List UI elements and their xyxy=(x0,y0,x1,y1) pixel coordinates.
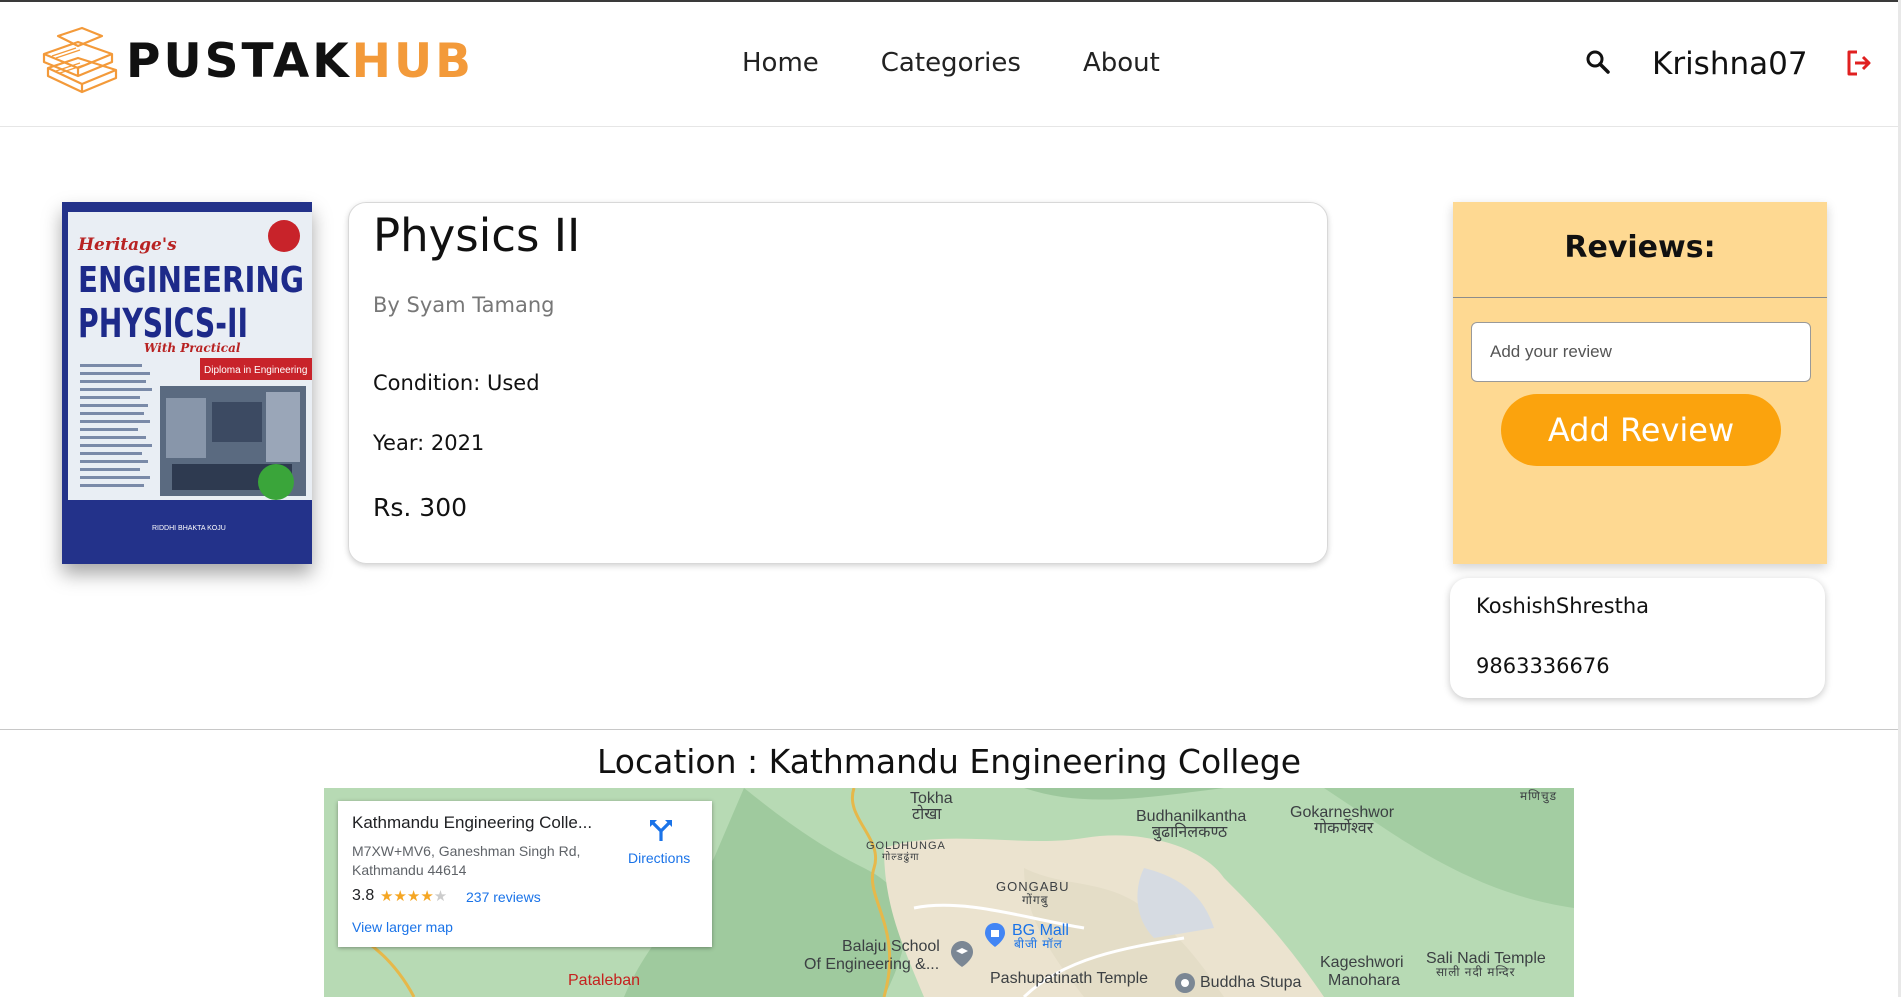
map-label-balaju-2: Of Engineering &... xyxy=(804,956,940,973)
reviews-title: Reviews: xyxy=(1564,230,1716,265)
map-label-gokarneshwor: Gokarneshwor xyxy=(1290,804,1395,821)
school-pin-icon[interactable] xyxy=(950,940,974,968)
map-stars-icon: ★★★★★ xyxy=(380,888,448,905)
cover-publisher: Heritage's xyxy=(77,235,177,255)
reviews-divider xyxy=(1453,297,1827,298)
map-label-gokarneshwor-np: गोकर्णेश्वर xyxy=(1314,820,1374,837)
map-label-sali-nadi-np: साली नदी मन्दिर xyxy=(1436,965,1516,979)
cover-banner: Diploma in Engineering xyxy=(204,365,307,376)
search-icon[interactable] xyxy=(1584,48,1612,76)
map-label-bg-mall-np: बीजी मॉल xyxy=(1014,937,1063,951)
book-condition: Condition: Used xyxy=(373,371,540,395)
map-label-goldhunga: GOLDHUNGA xyxy=(866,840,946,852)
cover-title-line1: ENGINEERING xyxy=(78,260,304,301)
bg-mall-pin-icon[interactable] xyxy=(984,922,1006,948)
nav-home[interactable]: Home xyxy=(742,48,819,78)
add-review-button[interactable]: Add Review xyxy=(1501,394,1781,466)
map-label-gongabu-np: गोंगबु xyxy=(1022,893,1049,907)
cover-subtitle: With Practical xyxy=(144,341,241,355)
seller-name: KoshishShrestha xyxy=(1476,594,1649,618)
book-price: Rs. 300 xyxy=(373,493,468,522)
map-label-pashupatinath: Pashupatinath Temple xyxy=(990,970,1149,987)
section-divider xyxy=(0,729,1898,730)
embedded-map[interactable]: Tokha टोखा Budhanilkantha बुढानिलकण्ठ Go… xyxy=(324,788,1574,997)
map-label-tokha: Tokha xyxy=(910,790,953,807)
map-place-card: Kathmandu Engineering Colle... M7XW+MV6,… xyxy=(338,801,712,947)
map-label-budhanilkantha-np: बुढानिलकण्ठ xyxy=(1152,824,1228,841)
reviews-panel: Reviews: Add Review xyxy=(1453,202,1827,564)
map-label-budhanilkantha: Budhanilkantha xyxy=(1136,808,1247,825)
seller-card: KoshishShrestha 9863336676 xyxy=(1450,578,1825,698)
book-title: Physics II xyxy=(373,209,581,262)
map-address-line2: Kathmandu 44614 xyxy=(352,862,467,878)
map-address-line1: M7XW+MV6, Ganeshman Singh Rd, xyxy=(352,843,581,859)
map-label-tokha-np: टोखा xyxy=(912,806,942,823)
books-logo-icon xyxy=(42,26,118,94)
map-view-larger-link[interactable]: View larger map xyxy=(352,919,453,935)
map-label-balaju-1: Balaju School xyxy=(842,938,940,955)
nav-links: Home Categories About xyxy=(742,48,1222,78)
directions-icon[interactable] xyxy=(648,817,674,843)
map-reviews-link[interactable]: 237 reviews xyxy=(466,889,541,905)
book-cover-image: Heritage's ENGINEERING PHYSICS-II With P… xyxy=(62,202,312,564)
book-year: Year: 2021 xyxy=(373,431,485,455)
map-directions-link[interactable]: Directions xyxy=(628,850,690,866)
nav-categories[interactable]: Categories xyxy=(881,48,1021,78)
book-author: By Syam Tamang xyxy=(373,293,555,317)
map-label-goldhunga-np: गोल्डढुंगा xyxy=(882,852,920,863)
map-label-manichud: मणिचुड xyxy=(1520,789,1558,803)
logo-text-hub: HUB xyxy=(351,33,474,89)
logo-text-pustak: PUSTAK xyxy=(126,33,352,89)
logo[interactable]: PUSTAKHUB xyxy=(38,24,474,98)
location-title: Location : Kathmandu Engineering College xyxy=(596,742,1302,781)
book-details-card: Physics II By Syam Tamang Condition: Use… xyxy=(348,202,1328,564)
review-input[interactable] xyxy=(1471,322,1811,382)
map-label-kageshwori-1: Kageshwori xyxy=(1320,954,1404,971)
logout-icon[interactable] xyxy=(1844,48,1874,78)
stupa-icon[interactable] xyxy=(1174,972,1196,994)
nav-about[interactable]: About xyxy=(1083,48,1160,78)
cover-author: RIDDHI BHAKTA KOJU xyxy=(152,525,226,532)
seller-phone: 9863336676 xyxy=(1476,654,1610,678)
map-rating: 3.8 xyxy=(352,887,375,904)
map-label-kageshwori-2: Manohara xyxy=(1328,972,1401,989)
map-place-name: Kathmandu Engineering Colle... xyxy=(352,813,593,832)
map-label-buddha-stupa: Buddha Stupa xyxy=(1200,974,1302,991)
map-label-pataleban: Pataleban xyxy=(568,972,641,989)
navbar: PUSTAKHUB Home Categories About Krishna0… xyxy=(0,2,1898,127)
username[interactable]: Krishna07 xyxy=(1652,46,1808,82)
